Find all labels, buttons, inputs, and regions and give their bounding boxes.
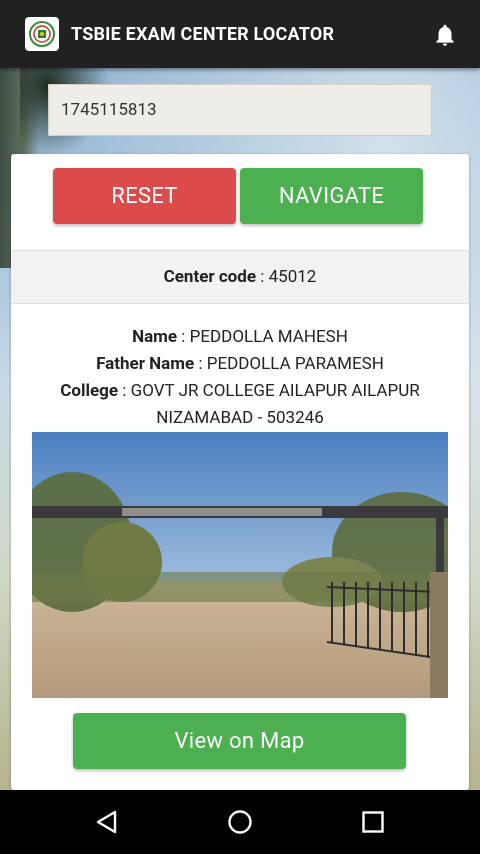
- hall-ticket-input[interactable]: [48, 84, 432, 136]
- recents-square-icon[interactable]: [359, 808, 387, 836]
- father-name-value: PEDDOLLA PARAMESH: [206, 354, 384, 374]
- college-value-line1: GOVT JR COLLEGE AILAPUR AILAPUR: [130, 381, 420, 401]
- result-card: RESET NAVIGATE Center code : 45012 Name …: [11, 154, 469, 790]
- view-on-map-button[interactable]: View on Map: [73, 713, 406, 769]
- father-name-label: Father Name: [96, 354, 195, 374]
- app-title: TSBIE EXAM CENTER LOCATOR: [71, 23, 335, 45]
- tsbie-logo-icon: [25, 17, 59, 51]
- center-code-row: Center code : 45012: [11, 250, 469, 304]
- bell-icon[interactable]: [432, 22, 458, 48]
- name-value: PEDDOLLA MAHESH: [189, 327, 348, 347]
- center-code-value: 45012: [268, 267, 317, 287]
- back-triangle-icon[interactable]: [93, 808, 121, 836]
- center-code-label: Center code: [163, 267, 257, 287]
- college-address: NIZAMABAD - 503246: [156, 408, 324, 428]
- father-name-row: Father Name : PEDDOLLA PARAMESH: [96, 354, 384, 374]
- reset-button[interactable]: RESET: [53, 168, 236, 224]
- navigate-button[interactable]: NAVIGATE: [240, 168, 423, 224]
- center-photo: [32, 432, 448, 698]
- college-row: College : GOVT JR COLLEGE AILAPUR AILAPU…: [60, 381, 420, 401]
- name-row: Name : PEDDOLLA MAHESH: [132, 327, 348, 347]
- name-label: Name: [132, 327, 178, 347]
- college-label: College: [60, 381, 119, 401]
- system-nav-bar: [0, 790, 480, 854]
- student-details: Name : PEDDOLLA MAHESH Father Name : PED…: [11, 324, 469, 432]
- app-bar: TSBIE EXAM CENTER LOCATOR: [0, 0, 480, 68]
- home-circle-icon[interactable]: [226, 808, 254, 836]
